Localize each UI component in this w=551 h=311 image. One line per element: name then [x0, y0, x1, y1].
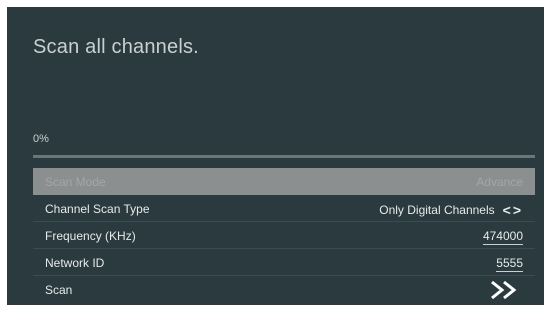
channel-scan-type-label: Channel Scan Type — [45, 202, 150, 216]
left-right-arrows-icon[interactable]: <> — [503, 202, 523, 218]
page-title: Scan all channels. — [33, 36, 199, 58]
scan-mode-label: Scan Mode — [45, 175, 106, 189]
progress-percent: 0% — [33, 133, 49, 145]
channel-scan-type-selector[interactable]: Only Digital Channels <> — [379, 202, 523, 218]
frequency-label: Frequency (KHz) — [45, 229, 136, 243]
network-id-label: Network ID — [45, 256, 105, 270]
scan-label: Scan — [45, 283, 73, 297]
double-chevron-right-icon[interactable] — [489, 280, 523, 303]
menu-item-scan[interactable]: Scan — [33, 276, 535, 302]
frequency-input[interactable]: 474000 — [482, 229, 523, 245]
menu-item-channel-scan-type[interactable]: Channel Scan Type Only Digital Channels … — [33, 195, 535, 222]
menu-item-network-id[interactable]: Network ID 5555 — [33, 249, 535, 276]
network-id-input[interactable]: 5555 — [496, 256, 523, 272]
channel-scan-type-value: Only Digital Channels — [379, 203, 495, 217]
menu-item-frequency[interactable]: Frequency (KHz) 474000 — [33, 222, 535, 249]
scan-mode-value: Advance — [476, 175, 523, 189]
scan-settings-menu: Scan Mode Advance Channel Scan Type Only… — [33, 168, 535, 302]
progress-bar — [33, 155, 535, 158]
tv-screen: Scan all channels. 0% Scan Mode Advance … — [7, 7, 544, 305]
menu-item-scan-mode[interactable]: Scan Mode Advance — [33, 168, 535, 195]
